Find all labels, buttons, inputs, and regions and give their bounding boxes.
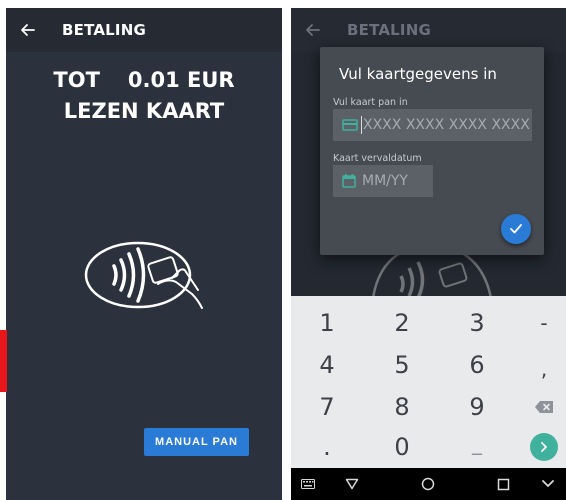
keyboard-icon <box>301 479 315 489</box>
enter-key[interactable] <box>510 426 566 468</box>
nav-home-button[interactable] <box>413 468 443 500</box>
key-space[interactable]: _ <box>443 422 511 464</box>
key-7[interactable]: 7 <box>293 386 361 428</box>
arrow-left-icon <box>306 24 320 36</box>
key-0[interactable]: 0 <box>368 426 436 468</box>
key-4[interactable]: 4 <box>293 344 361 386</box>
pan-field[interactable]: XXXX XXXX XXXX XXXX <box>333 109 532 141</box>
nav-back-button[interactable] <box>337 468 367 500</box>
text-cursor <box>361 116 362 134</box>
app-bar: BETALING <box>6 8 282 52</box>
expiry-label: Kaart vervaldatum <box>333 153 422 164</box>
key-3[interactable]: 3 <box>443 302 511 344</box>
app-bar: BETALING <box>291 8 566 52</box>
check-icon <box>510 224 522 234</box>
contactless-card-icon <box>84 241 203 309</box>
backspace-key[interactable] <box>510 386 566 428</box>
back-button[interactable] <box>291 8 335 52</box>
pan-placeholder: XXXX XXXX XXXX XXXX <box>363 117 530 133</box>
key-minus[interactable]: - <box>510 302 566 344</box>
card-entry-dialog: Vul kaartgegevens in Vul kaart pan in XX… <box>320 47 544 255</box>
system-nav-bar <box>291 468 566 500</box>
expiry-placeholder: MM/YY <box>362 173 408 189</box>
amount-label: TOT <box>53 68 100 92</box>
nav-recents-button[interactable] <box>488 468 518 500</box>
amount-row: TOT 0.01 EUR <box>6 68 282 92</box>
nav-hide-keyboard-button[interactable] <box>533 468 563 500</box>
payment-screen: BETALING TOT 0.01 EUR LEZEN KAART MANUAL … <box>6 8 282 500</box>
manual-pan-button[interactable]: MANUAL PAN <box>144 428 249 456</box>
back-button[interactable] <box>6 8 50 52</box>
page-title: BETALING <box>62 21 146 39</box>
red-marker <box>0 330 7 392</box>
credit-card-icon <box>342 119 358 131</box>
triangle-back-icon <box>345 478 359 490</box>
circle-home-icon <box>421 477 435 491</box>
expiry-field[interactable]: MM/YY <box>333 165 433 197</box>
status-text: LEZEN KAART <box>63 99 225 123</box>
key-5[interactable]: 5 <box>368 344 436 386</box>
calendar-icon <box>342 174 356 188</box>
pan-label: Vul kaart pan in <box>333 97 408 108</box>
chevron-right-icon <box>541 442 547 452</box>
dialog-title: Vul kaartgegevens in <box>339 65 497 83</box>
keyboard-switch-button[interactable] <box>293 468 323 500</box>
manual-entry-screen: BETALING Vul kaartgegevens in Vul kaart … <box>291 8 566 500</box>
amount-value: 0.01 EUR <box>127 68 235 92</box>
key-6[interactable]: 6 <box>443 344 511 386</box>
key-comma[interactable]: , <box>510 348 566 390</box>
backspace-icon <box>535 401 553 413</box>
key-8[interactable]: 8 <box>368 386 436 428</box>
enter-button-circle <box>530 433 558 461</box>
key-1[interactable]: 1 <box>293 302 361 344</box>
key-dot[interactable]: . <box>293 426 361 468</box>
square-recents-icon <box>497 478 509 490</box>
confirm-button[interactable] <box>501 214 531 244</box>
key-2[interactable]: 2 <box>368 302 436 344</box>
chevron-down-icon <box>542 480 554 487</box>
numeric-keypad: 1 2 3 - 4 5 6 , 7 8 9 . 0 _ <box>291 296 566 468</box>
arrow-left-icon <box>21 24 35 36</box>
page-title: BETALING <box>347 21 431 39</box>
